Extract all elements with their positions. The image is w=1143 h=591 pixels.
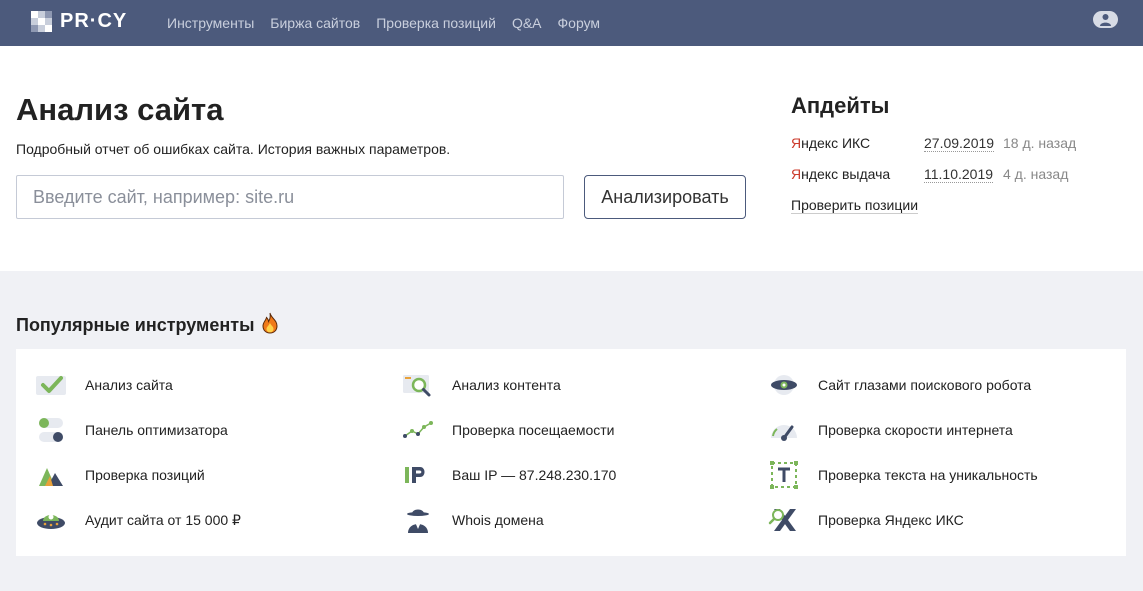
tool-label: Анализ сайта: [85, 377, 173, 393]
nav-item-position-check[interactable]: Проверка позиций: [376, 15, 496, 31]
popular-tools-panel: Анализ сайта Панель оптимизатора Проверк…: [16, 349, 1126, 556]
check-positions-link[interactable]: Проверить позиции: [791, 197, 919, 214]
tool-item-speed-test[interactable]: Проверка скорости интернета: [768, 417, 1013, 443]
tool-item-text-uniqueness[interactable]: Проверка текста на уникальность: [768, 461, 1038, 489]
text-frame-icon: [768, 461, 800, 489]
update-ago: 4 д. назад: [1003, 166, 1069, 182]
user-icon: [1100, 14, 1111, 26]
logo[interactable]: PR·CY: [31, 10, 127, 33]
yandex-x-icon: [768, 507, 800, 533]
tool-label: Сайт глазами поискового робота: [818, 377, 1032, 393]
update-name[interactable]: Яндекс выдача: [791, 166, 890, 182]
page-subtitle: Подробный отчет об ошибках сайта. Истори…: [16, 141, 451, 157]
tool-item-whois[interactable]: Whois домена: [402, 507, 544, 533]
update-ago: 18 д. назад: [1003, 135, 1077, 151]
ip-icon: [402, 462, 434, 488]
hero-section: Анализ сайта Подробный отчет об ошибках …: [0, 46, 1143, 271]
page-title: Анализ сайта: [16, 92, 224, 127]
tool-item-site-analysis[interactable]: Анализ сайта: [35, 372, 173, 398]
magnifier-icon: [402, 372, 434, 398]
detective-icon: [402, 507, 434, 533]
tool-label: Проверка Яндекс ИКС: [818, 512, 964, 528]
tool-label: Проверка посещаемости: [452, 422, 615, 438]
nav-item-qa[interactable]: Q&A: [512, 15, 542, 31]
yandex-letter: Я: [791, 166, 802, 182]
tool-item-site-audit[interactable]: Аудит сайта от 15 000 ₽: [35, 507, 241, 533]
yandex-letter: Я: [791, 135, 802, 151]
logo-text: PR·CY: [60, 10, 128, 32]
tool-label: Анализ контента: [452, 377, 561, 393]
toggle-icon: [35, 417, 67, 443]
tool-item-robot-view[interactable]: Сайт глазами поискового робота: [768, 372, 1031, 398]
tool-label: Аудит сайта от 15 000 ₽: [85, 511, 241, 528]
nav-item-forum[interactable]: Форум: [558, 15, 601, 31]
tool-item-optimizer-panel[interactable]: Панель оптимизатора: [35, 417, 228, 443]
tool-label: Whois домена: [452, 512, 544, 528]
tool-item-traffic-check[interactable]: Проверка посещаемости: [402, 417, 614, 443]
ufo-icon: [35, 507, 67, 533]
updates-title: Апдейты: [791, 93, 890, 118]
robot-eye-icon: [768, 372, 800, 398]
update-name-rest: ндекс ИКС: [801, 135, 871, 151]
speedometer-icon: [768, 417, 800, 443]
tool-label: Ваш IP — 87.248.230.170: [452, 467, 617, 483]
tool-item-yandex-iks[interactable]: Проверка Яндекс ИКС: [768, 507, 964, 533]
update-date[interactable]: 11.10.2019: [924, 166, 994, 183]
checkmark-icon: [35, 372, 67, 398]
fire-icon: [260, 312, 280, 339]
nav-item-instruments[interactable]: Инструменты: [167, 15, 254, 31]
tool-label: Панель оптимизатора: [85, 422, 228, 438]
line-graph-icon: [402, 417, 434, 443]
tool-label: Проверка позиций: [85, 467, 205, 483]
popular-tools-title-text: Популярные инструменты: [16, 315, 255, 335]
update-name-rest: ндекс выдача: [801, 166, 891, 182]
analyze-button[interactable]: Анализировать: [584, 175, 746, 219]
main-nav: Инструменты Биржа сайтов Проверка позици…: [167, 0, 616, 46]
tool-item-content-analysis[interactable]: Анализ контента: [402, 372, 561, 398]
tool-item-position-check[interactable]: Проверка позиций: [35, 462, 205, 488]
logo-mark-icon: [31, 11, 52, 32]
user-avatar-button[interactable]: [1093, 11, 1118, 28]
top-navbar: PR·CY Инструменты Биржа сайтов Проверка …: [0, 0, 1143, 46]
site-url-input[interactable]: [16, 175, 564, 219]
update-date[interactable]: 27.09.2019: [924, 135, 995, 152]
popular-tools-title: Популярные инструменты: [16, 312, 280, 339]
mountains-icon: [35, 462, 67, 488]
tool-label: Проверка скорости интернета: [818, 422, 1013, 438]
tool-label: Проверка текста на уникальность: [818, 467, 1038, 483]
update-name[interactable]: Яндекс ИКС: [791, 135, 870, 151]
nav-item-site-exchange[interactable]: Биржа сайтов: [270, 15, 360, 31]
tool-item-your-ip[interactable]: Ваш IP — 87.248.230.170: [402, 462, 616, 488]
